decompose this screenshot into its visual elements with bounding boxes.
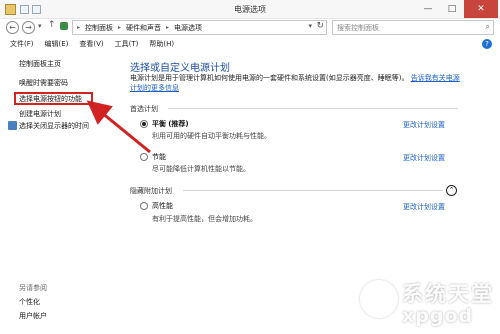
menu-file[interactable]: 文件(F) [10, 39, 34, 49]
watermark-logo-icon [360, 280, 398, 318]
help-icon[interactable]: ? [482, 39, 492, 49]
balanced-plan-label[interactable]: 平衡 (推荐) [152, 119, 189, 129]
power-saver-plan-description: 尽可能降低计算机性能以节能。 [152, 165, 250, 173]
recent-locations-chevron-icon[interactable]: ▾ [38, 22, 42, 30]
collapse-chevron-up-icon[interactable]: ⌃ [446, 185, 457, 196]
menu-help[interactable]: 帮助(H) [149, 39, 174, 49]
high-performance-radio[interactable] [140, 202, 148, 210]
description-text: 电源计划是用于管理计算机如何使用电源的一套硬件和系统设置(如显示器亮度、睡眠等)… [130, 74, 409, 82]
search-placeholder: 搜索控制面板 [337, 24, 379, 32]
balanced-change-settings-link[interactable]: 更改计划设置 [403, 120, 445, 130]
menu-tools[interactable]: 工具(T) [115, 39, 139, 49]
breadcrumb-power-options[interactable]: 电源选项 [174, 23, 202, 33]
power-saver-change-settings-link[interactable]: 更改计划设置 [403, 153, 445, 163]
page-title: 选择或自定义电源计划 [130, 63, 230, 74]
site-watermark: 系统天堂 xpgod [360, 278, 500, 334]
control-panel-small-icon [60, 22, 68, 30]
breadcrumb-control-panel[interactable]: 控制面板 [85, 23, 113, 33]
high-performance-plan-name[interactable]: 高性能 [152, 201, 173, 211]
sidebar-personalization[interactable]: 个性化 [19, 297, 40, 307]
balanced-plan-tag: (推荐) [168, 120, 189, 128]
watermark-en-text: xpgod [402, 305, 474, 327]
preferred-plans-heading: 首选计划 [130, 105, 158, 113]
page-description: 电源计划是用于管理计算机如何使用电源的一套硬件和系统设置(如显示器亮度、睡眠等)… [130, 73, 460, 93]
refresh-icon[interactable]: ↻ [316, 21, 324, 31]
sidebar-turn-off-display-time[interactable]: 选择关闭显示器的时间 [19, 121, 89, 131]
maximize-button[interactable]: □ [440, 0, 464, 18]
section-divider [168, 108, 458, 109]
power-saver-radio[interactable] [140, 153, 148, 161]
crumb-separator: ▸ [77, 24, 81, 31]
crumb-separator: ▸ [118, 24, 122, 31]
power-saver-plan-name[interactable]: 节能 [152, 152, 166, 162]
close-button[interactable]: ✕ [464, 0, 498, 18]
address-dropdown-chevron-icon[interactable]: ▾ [308, 22, 312, 30]
watermark-cn-text: 系统天堂 [402, 282, 494, 306]
crumb-separator: ▸ [166, 24, 170, 31]
menu-view[interactable]: 查看(V) [79, 39, 103, 49]
address-field[interactable]: ▸ 控制面板 ▸ 硬件和声音 ▸ 电源选项 ▾ ↻ [72, 20, 327, 35]
sidebar-require-password[interactable]: 唤醒时需要密码 [19, 78, 68, 88]
display-settings-icon [8, 121, 17, 130]
see-also-heading: 另请参阅 [19, 284, 47, 292]
menu-bar: 文件(F) 编辑(E) 查看(V) 工具(T) 帮助(H) [0, 37, 500, 51]
window-controls: — □ ✕ [416, 0, 498, 18]
high-performance-change-settings-link[interactable]: 更改计划设置 [403, 202, 445, 212]
balanced-radio[interactable] [140, 120, 148, 128]
search-icon[interactable]: ⌕ [486, 22, 490, 32]
sidebar-control-panel-home[interactable]: 控制面板主页 [19, 59, 61, 69]
highlight-box [14, 92, 93, 105]
section-divider [183, 190, 443, 191]
high-performance-plan-description: 有利于提高性能，但会增加功耗。 [152, 215, 257, 223]
menu-edit[interactable]: 编辑(E) [45, 39, 69, 49]
up-button[interactable]: ↑ [48, 20, 56, 30]
back-button[interactable]: ← [6, 21, 19, 34]
address-bar-row: ← → ▾ ↑ ▸ 控制面板 ▸ 硬件和声音 ▸ 电源选项 ▾ ↻ 搜索控制面板… [0, 19, 500, 36]
forward-button[interactable]: → [22, 21, 35, 34]
hidden-plans-heading: 隐藏附加计划 [130, 187, 172, 195]
title-bar: 电源选项 — □ ✕ [0, 0, 500, 19]
sidebar-create-power-plan[interactable]: 创建电源计划 [19, 109, 61, 119]
search-input[interactable]: 搜索控制面板 ⌕ [332, 20, 494, 35]
balanced-plan-name: 平衡 [152, 120, 166, 128]
balanced-plan-description: 利用可用的硬件自动平衡功耗与性能。 [152, 132, 271, 140]
minimize-button[interactable]: — [416, 0, 440, 18]
breadcrumb-hardware-sound[interactable]: 硬件和声音 [126, 23, 161, 33]
sidebar-user-accounts[interactable]: 用户帐户 [19, 311, 47, 321]
